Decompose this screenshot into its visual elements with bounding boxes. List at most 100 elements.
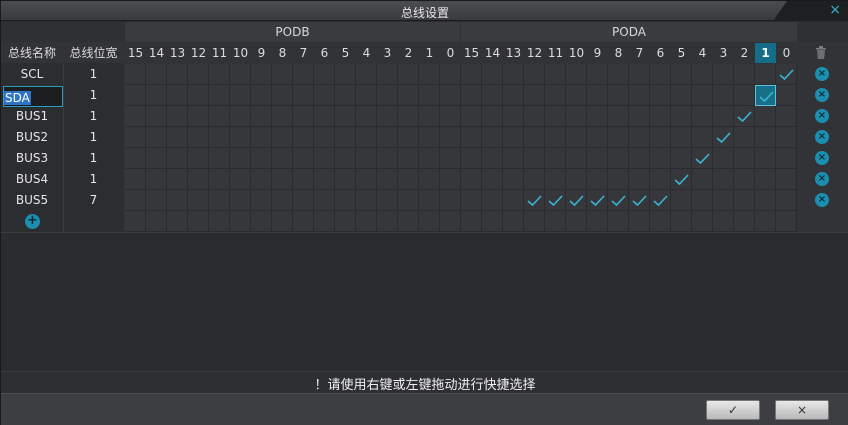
check-icon[interactable]: [524, 190, 545, 211]
bit-cell[interactable]: [188, 85, 209, 106]
bit-cell[interactable]: [566, 64, 587, 85]
podb-bit-2-header[interactable]: 2: [398, 43, 419, 63]
bit-cell[interactable]: [755, 169, 776, 190]
bit-cell[interactable]: [608, 169, 629, 190]
bit-cell[interactable]: [692, 106, 713, 127]
bit-cell[interactable]: [566, 85, 587, 106]
bit-cell[interactable]: [356, 148, 377, 169]
bit-cell[interactable]: [419, 64, 440, 85]
bit-cell[interactable]: [398, 148, 419, 169]
bit-cell[interactable]: [167, 190, 188, 211]
bit-cell[interactable]: [377, 85, 398, 106]
bus-name[interactable]: BUS4: [1, 169, 63, 190]
bit-cell[interactable]: [377, 127, 398, 148]
podb-bit-6-header[interactable]: 6: [314, 43, 335, 63]
podb-bit-12-header[interactable]: 12: [188, 43, 209, 63]
bit-cell[interactable]: [419, 106, 440, 127]
bit-cell[interactable]: [545, 85, 566, 106]
delete-row-icon[interactable]: ×: [815, 88, 829, 102]
bus-width[interactable]: 7: [63, 190, 124, 211]
bit-cell[interactable]: [251, 85, 272, 106]
bit-cell[interactable]: [587, 85, 608, 106]
bit-cell[interactable]: [272, 169, 293, 190]
bit-cell[interactable]: [461, 169, 482, 190]
ok-button[interactable]: ✓: [706, 400, 760, 420]
delete-row-icon[interactable]: ×: [815, 193, 829, 207]
bit-cell[interactable]: [503, 148, 524, 169]
bit-cell[interactable]: [671, 127, 692, 148]
bus-name-input-text[interactable]: SDA: [4, 91, 31, 105]
bit-cell[interactable]: [692, 64, 713, 85]
bus-name[interactable]: BUS1: [1, 106, 63, 127]
bit-cell[interactable]: [188, 211, 209, 232]
bit-cell[interactable]: [461, 190, 482, 211]
bit-cell[interactable]: [650, 85, 671, 106]
bit-cell[interactable]: [650, 64, 671, 85]
check-icon[interactable]: [692, 148, 713, 169]
bus-width[interactable]: 1: [63, 106, 124, 127]
bit-cell[interactable]: [230, 148, 251, 169]
bit-cell[interactable]: [629, 106, 650, 127]
podb-bit-5-header[interactable]: 5: [335, 43, 356, 63]
bit-cell[interactable]: [188, 127, 209, 148]
bit-cell[interactable]: [314, 64, 335, 85]
bit-cell[interactable]: [335, 211, 356, 232]
bit-cell[interactable]: [209, 127, 230, 148]
podb-bit-10-header[interactable]: 10: [230, 43, 251, 63]
bit-cell[interactable]: [230, 211, 251, 232]
bit-cell[interactable]: [398, 64, 419, 85]
bus-width[interactable]: 1: [63, 169, 124, 190]
bit-cell[interactable]: [272, 64, 293, 85]
bit-cell[interactable]: [566, 211, 587, 232]
bit-cell[interactable]: [650, 148, 671, 169]
bit-cell[interactable]: [776, 127, 797, 148]
bit-cell[interactable]: [230, 106, 251, 127]
bit-cell[interactable]: [608, 148, 629, 169]
bit-cell[interactable]: [671, 85, 692, 106]
bit-cell[interactable]: [356, 85, 377, 106]
bit-cell[interactable]: [377, 169, 398, 190]
check-icon[interactable]: [566, 190, 587, 211]
bit-cell[interactable]: [755, 148, 776, 169]
check-icon[interactable]: [755, 85, 776, 106]
bit-cell[interactable]: [524, 106, 545, 127]
bit-cell[interactable]: [776, 190, 797, 211]
bit-cell[interactable]: [692, 211, 713, 232]
bit-cell[interactable]: [461, 64, 482, 85]
bit-cell[interactable]: [356, 169, 377, 190]
bit-cell[interactable]: [671, 64, 692, 85]
bus-name[interactable]: BUS3: [1, 148, 63, 169]
bit-cell[interactable]: [293, 148, 314, 169]
bit-cell[interactable]: [713, 169, 734, 190]
bit-cell[interactable]: [125, 148, 146, 169]
podb-bit-0-header[interactable]: 0: [440, 43, 461, 63]
bus-name-input[interactable]: SDA: [3, 86, 63, 107]
podb-bit-11-header[interactable]: 11: [209, 43, 230, 63]
podb-bit-8-header[interactable]: 8: [272, 43, 293, 63]
delete-row-icon[interactable]: ×: [815, 130, 829, 144]
bit-cell[interactable]: [230, 190, 251, 211]
bit-cell[interactable]: [293, 106, 314, 127]
bit-cell[interactable]: [608, 211, 629, 232]
poda-bit-1-header[interactable]: 1: [755, 43, 776, 63]
bit-cell[interactable]: [167, 127, 188, 148]
bit-cell[interactable]: [524, 169, 545, 190]
bit-cell[interactable]: [776, 106, 797, 127]
bit-cell[interactable]: [503, 64, 524, 85]
bit-cell[interactable]: [293, 211, 314, 232]
bit-cell[interactable]: [650, 127, 671, 148]
bit-cell[interactable]: [524, 127, 545, 148]
bus-width[interactable]: 1: [63, 148, 124, 169]
bit-cell[interactable]: [272, 106, 293, 127]
poda-bit-13-header[interactable]: 13: [503, 43, 524, 63]
bit-cell[interactable]: [314, 85, 335, 106]
bit-cell[interactable]: [734, 169, 755, 190]
bit-cell[interactable]: [461, 211, 482, 232]
bit-cell[interactable]: [482, 106, 503, 127]
bit-cell[interactable]: [146, 169, 167, 190]
bit-cell[interactable]: [713, 85, 734, 106]
check-icon[interactable]: [608, 190, 629, 211]
add-bus-button[interactable]: +: [25, 214, 40, 229]
bit-cell[interactable]: [125, 85, 146, 106]
bit-cell[interactable]: [398, 127, 419, 148]
